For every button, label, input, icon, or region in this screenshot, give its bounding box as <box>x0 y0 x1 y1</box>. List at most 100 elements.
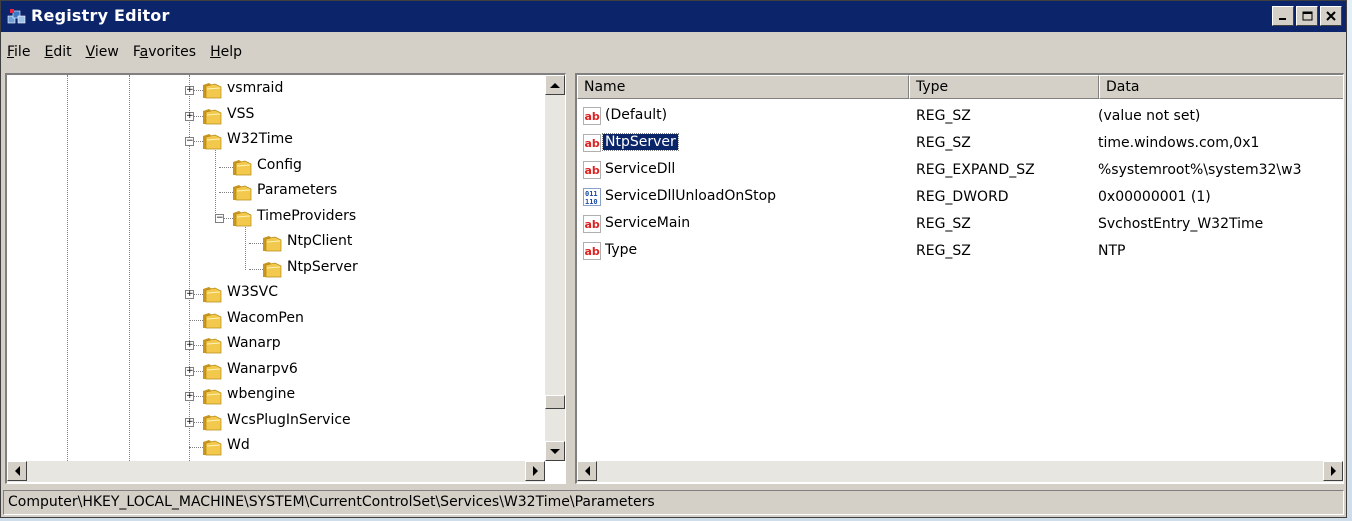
expand-icon[interactable]: + <box>185 111 194 121</box>
tree-node-wcspluginservice[interactable]: + WcsPlugInService <box>7 411 545 433</box>
folder-icon <box>203 108 222 124</box>
expand-icon[interactable]: + <box>185 392 194 401</box>
values-list-pane[interactable]: Name Type Data ab (Default) REG_SZ (value n… <box>575 73 1344 484</box>
svg-text:ab: ab <box>585 245 600 258</box>
tree-node-label: Wanarpv6 <box>227 360 298 377</box>
tree-node-wacompen[interactable]: WacomPen <box>7 309 545 331</box>
folder-icon <box>203 338 222 354</box>
value-row[interactable]: 011 110 ServiceDllUnloadOnStop REG_DWORD 0x0… <box>577 185 1343 211</box>
arrow-up-icon <box>550 82 560 88</box>
value-row[interactable]: ab ServiceMain REG_SZ SvchostEntry_W32Time <box>577 212 1343 238</box>
scroll-up-button[interactable] <box>545 75 565 95</box>
value-type: REG_SZ <box>916 243 971 259</box>
collapse-icon[interactable]: − <box>215 213 224 223</box>
tree-node-ntpclient[interactable]: NtpClient <box>7 232 545 254</box>
value-row[interactable]: ab Type REG_SZ NTP <box>577 239 1343 265</box>
string-value-icon: ab <box>583 161 601 179</box>
tree-node-ntpserver[interactable]: NtpServer <box>7 258 545 280</box>
value-data: NTP <box>1098 243 1126 259</box>
value-row[interactable]: ab (Default) REG_SZ (value not set) <box>577 104 1343 130</box>
tree-node-vsmraid[interactable]: + vsmraid <box>7 79 545 101</box>
tree-node-parameters[interactable]: Parameters <box>7 181 545 203</box>
arrow-right-icon <box>532 466 538 476</box>
scroll-left-button[interactable] <box>7 461 27 481</box>
string-value-icon: ab <box>583 134 601 152</box>
tree-node-label: wbengine <box>227 386 296 402</box>
folder-icon <box>203 440 222 456</box>
tree-node-label: Wd <box>227 437 250 453</box>
tree-node-w32time[interactable]: − W32Time <box>7 130 545 152</box>
expand-icon[interactable]: + <box>185 341 194 350</box>
folder-icon <box>263 261 282 277</box>
tree-node-label: W32Time <box>227 131 293 147</box>
arrow-left-icon <box>14 466 20 476</box>
column-header-type[interactable]: Type <box>909 75 1099 99</box>
value-name[interactable]: ServiceMain <box>603 215 692 231</box>
maximize-button[interactable] <box>1296 6 1318 26</box>
tree-node-label: WacomPen <box>227 309 304 326</box>
scroll-right-button[interactable] <box>525 461 545 481</box>
maximize-icon <box>1302 11 1312 21</box>
value-type: REG_DWORD <box>916 189 1009 205</box>
folder-icon <box>233 159 252 175</box>
column-header-data[interactable]: Data <box>1099 75 1343 99</box>
folder-icon <box>203 134 222 150</box>
list-scroll-left-button[interactable] <box>577 461 597 481</box>
svg-text:110: 110 <box>585 198 598 206</box>
tree-node-label: NtpServer <box>287 258 358 275</box>
tree-node-wbengine[interactable]: + wbengine <box>7 385 545 407</box>
value-row[interactable]: ab ServiceDll REG_EXPAND_SZ %systemroot%\sy… <box>577 158 1343 184</box>
tree-node-label: TimeProviders <box>257 207 357 224</box>
folder-icon <box>233 210 252 226</box>
folder-icon <box>203 389 222 405</box>
menu-help[interactable]: Help <box>204 42 250 66</box>
folder-icon <box>203 83 222 99</box>
expand-icon[interactable]: + <box>185 366 194 376</box>
tree-node-w3svc[interactable]: + W3SVC <box>7 283 545 305</box>
tree-node-label: VSS <box>227 105 255 122</box>
tree-node-wanarpv6[interactable]: + Wanarpv6 <box>7 360 545 382</box>
folder-icon <box>203 363 222 379</box>
tree-vertical-scrollbar[interactable] <box>545 75 565 461</box>
key-tree-pane[interactable]: + vsmraid + VSS − W32Time Config Parameters − Tim… <box>5 73 566 484</box>
tree-horizontal-scrollbar[interactable] <box>7 461 545 482</box>
title-bar[interactable]: Registry Editor <box>1 1 1346 32</box>
collapse-icon[interactable]: − <box>185 137 194 146</box>
close-button[interactable] <box>1320 6 1342 26</box>
menu-edit[interactable]: Edit <box>38 42 79 66</box>
tree-node-vss[interactable]: + VSS <box>7 105 545 127</box>
list-scroll-right-button[interactable] <box>1323 461 1343 481</box>
scroll-thumb[interactable] <box>545 395 565 409</box>
svg-text:ab: ab <box>585 137 600 150</box>
expand-icon[interactable]: + <box>185 86 194 95</box>
value-name[interactable]: (Default) <box>603 107 669 123</box>
tree-node-config[interactable]: Config <box>7 156 545 178</box>
tree-node-label: NtpClient <box>287 233 353 249</box>
svg-text:ab: ab <box>585 218 600 231</box>
tree-node-timeproviders[interactable]: − TimeProviders <box>7 207 545 229</box>
value-type: REG_SZ <box>916 216 971 232</box>
value-row[interactable]: ab NtpServer REG_SZ time.windows.com,0x1 <box>577 131 1343 157</box>
list-horizontal-scrollbar[interactable] <box>577 461 1343 482</box>
scroll-down-button[interactable] <box>545 441 565 461</box>
arrow-right-icon <box>1330 466 1336 476</box>
tree-node-wanarp[interactable]: + Wanarp <box>7 334 545 356</box>
value-data: SvchostEntry_W32Time <box>1098 216 1264 232</box>
menu-view[interactable]: View <box>80 42 127 66</box>
folder-icon <box>203 287 222 303</box>
menu-favorites[interactable]: Favorites <box>127 42 204 66</box>
menu-file[interactable]: File <box>1 42 38 66</box>
value-name[interactable]: ServiceDllUnloadOnStop <box>603 188 778 204</box>
column-header-name[interactable]: Name <box>577 75 909 99</box>
tree-node-wd[interactable]: Wd <box>7 436 545 458</box>
window-title: Registry Editor <box>31 6 170 25</box>
value-name[interactable]: Type <box>603 242 639 258</box>
value-name[interactable]: NtpServer <box>602 133 679 151</box>
tree-node-label: Wanarp <box>227 335 281 351</box>
expand-icon[interactable]: + <box>185 290 194 299</box>
value-name[interactable]: ServiceDll <box>603 161 677 177</box>
folder-icon <box>233 185 252 201</box>
minimize-button[interactable] <box>1272 6 1294 26</box>
arrow-left-icon <box>584 466 590 476</box>
expand-icon[interactable]: + <box>185 417 194 427</box>
